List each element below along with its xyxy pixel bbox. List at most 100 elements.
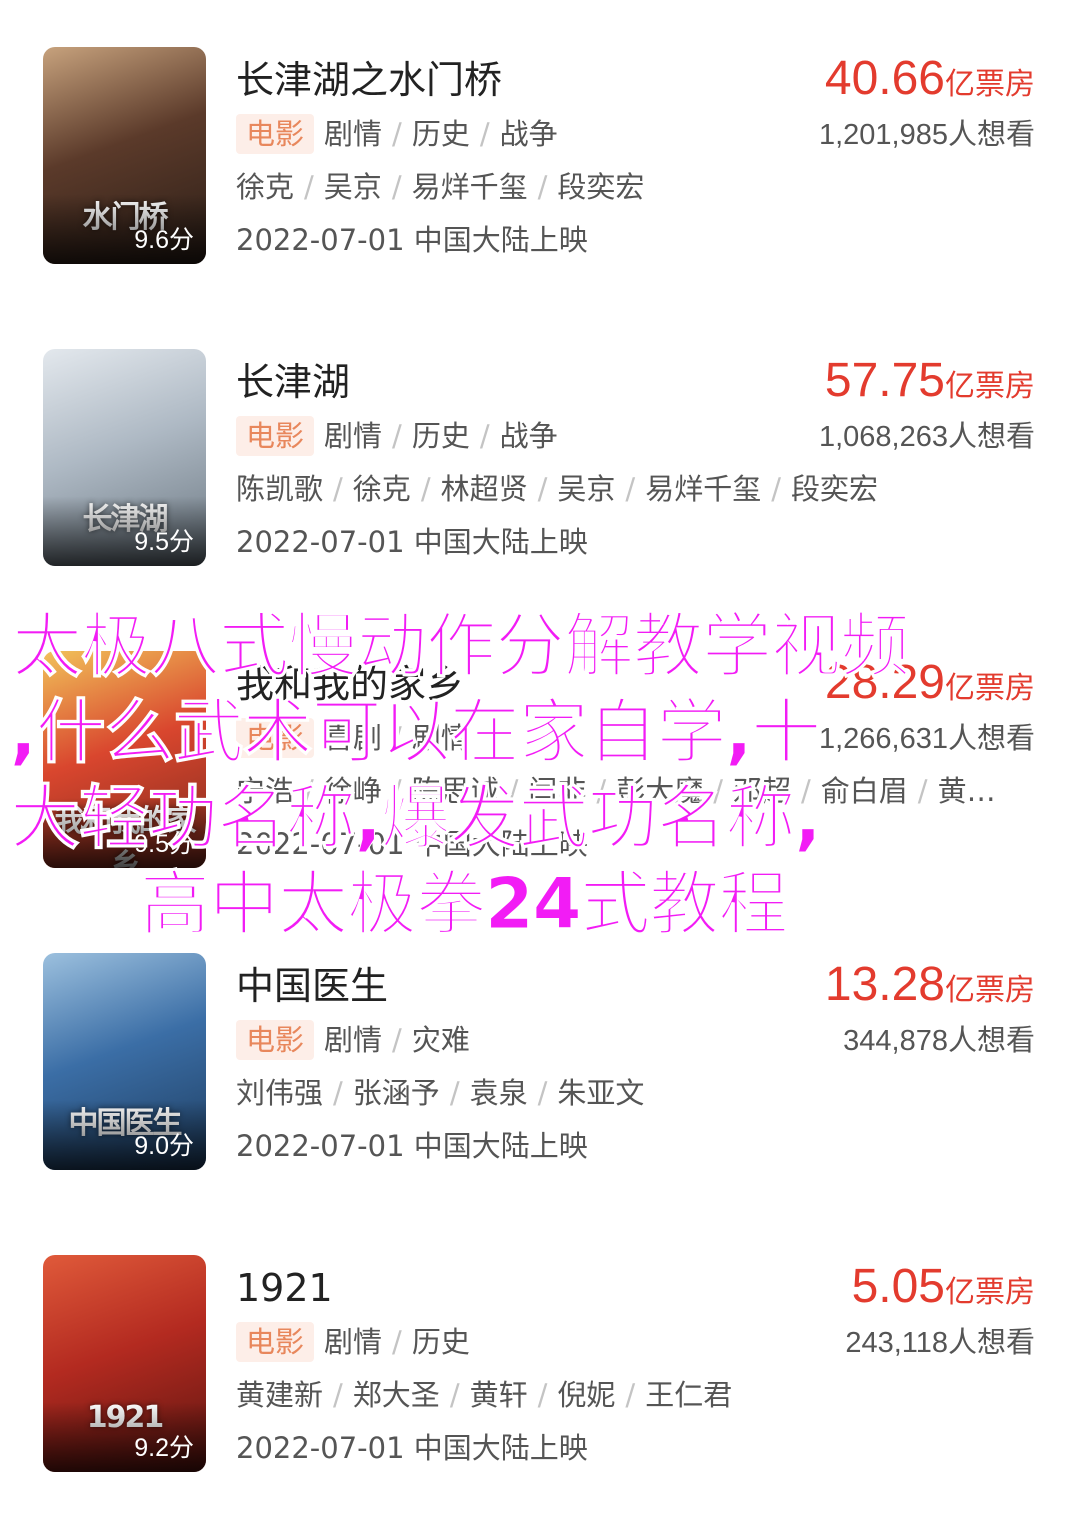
cast-name: 林超贤 — [440, 472, 528, 506]
cast-name: 段奕宏 — [790, 472, 878, 506]
genre-label: 剧情 — [324, 1325, 383, 1359]
separator: / — [449, 1076, 460, 1110]
release-date: 2022-07-01 中国大陆上映 — [236, 1431, 588, 1465]
box-office-unit: 亿票房 — [945, 973, 1035, 1008]
movie-title[interactable]: 长津湖 — [236, 357, 350, 407]
separator: / — [625, 1378, 636, 1412]
cast-name: 袁泉 — [469, 1076, 528, 1110]
genre-label: 剧情 — [324, 419, 383, 453]
separator: / — [537, 472, 548, 506]
movie-card[interactable]: 水门桥9.6分长津湖之水门桥电影剧情/历史/战争徐克/吴京/易烊千玺/段奕宏20… — [0, 47, 1080, 269]
cast-name: 易烊千玺 — [645, 472, 762, 506]
separator: / — [537, 1378, 548, 1412]
cast-name: 王仁君 — [645, 1378, 733, 1412]
genre-label: 战争 — [499, 117, 558, 151]
movie-card[interactable]: 中国医生9.0分中国医生电影剧情 / 灾难刘伟强 / 张涵予 / 袁泉 / 朱亚文 2022-07… — [0, 953, 1080, 1175]
separator: / — [479, 117, 490, 151]
box-office-value: 40.66 — [824, 52, 945, 105]
genre-label: 历史 — [411, 419, 470, 453]
rating-score: 9.5分 — [134, 528, 194, 556]
cast-name: 黄建新 — [236, 1378, 324, 1412]
movie-card[interactable]: 长津湖9.5分长津湖电影剧情 / 历史 / 战争陈凯歌 / 徐克 / 林超贤 / 吴京 / 易烊千玺 / 段… — [0, 349, 1080, 571]
cast-name: 陈凯歌 — [236, 472, 324, 506]
want-to-watch-count: 243,118人想看 — [845, 1322, 1035, 1363]
separator: / — [392, 419, 402, 453]
type-tag: 电影 — [236, 1020, 315, 1060]
box-office-unit: 亿票房 — [945, 369, 1035, 404]
separator: / — [420, 472, 431, 506]
separator: / — [537, 170, 548, 204]
release-date: 2022-07-01 中国大陆上映 — [236, 525, 588, 559]
cast-name: 黄轩 — [469, 1378, 528, 1412]
movie-poster[interactable]: 长津湖9.5分 — [43, 349, 206, 566]
box-office: 40.66亿票房 — [825, 49, 1035, 119]
overlay-line-4: 高中太极拳24式教程 — [139, 863, 788, 946]
overlay-line-3: 大轻功名称,爆发武功名称, — [9, 777, 821, 860]
genre-label: 剧情 — [324, 1023, 383, 1057]
cast-name: 吴京 — [323, 170, 382, 204]
cast-name: 张涵予 — [352, 1076, 440, 1110]
rating-score: 9.6分 — [134, 226, 194, 254]
genre-label: 战争 — [499, 419, 558, 453]
want-count-text: 344,878人想看 — [843, 1025, 1035, 1057]
rating-score: 9.0分 — [134, 1132, 194, 1160]
cast-name: 易烊千玺 — [411, 170, 528, 204]
separator: / — [304, 170, 314, 204]
cast-row: 黄建新 / 郑大圣 / 黄轩 / 倪妮 / 王仁君 — [236, 1375, 732, 1415]
cast-name: 倪妮 — [557, 1378, 616, 1412]
separator: / — [771, 472, 781, 506]
separator: / — [625, 472, 636, 506]
type-tag: 电影 — [236, 114, 315, 154]
separator: / — [392, 1023, 402, 1057]
want-to-watch-count: 344,878人想看 — [843, 1020, 1035, 1061]
separator: / — [333, 1378, 343, 1412]
cast-name: 朱亚文 — [557, 1076, 645, 1110]
movie-poster[interactable]: 中国医生9.0分 — [43, 953, 206, 1170]
movie-poster[interactable]: 19219.2分 — [43, 1255, 206, 1472]
cast-name: 段奕宏 — [557, 170, 645, 204]
movie-poster[interactable]: 水门桥9.6分 — [43, 47, 206, 264]
movie-title[interactable]: 1921 — [236, 1263, 333, 1313]
genre-row: 电影 剧情 / 历史 — [236, 1322, 470, 1362]
type-tag: 电影 — [236, 1322, 315, 1362]
box-office-value: 5.05 — [851, 1260, 945, 1313]
box-office-unit: 亿票房 — [945, 67, 1035, 102]
overlay-line-2: ,什么武术可以在家自学,十 — [9, 691, 821, 774]
cast-row: 徐克 / 吴京 / 易烊千玺 / 段奕宏 — [236, 167, 644, 207]
release-date: 2022-07-01 中国大陆上映 — [236, 1129, 588, 1163]
movie-title[interactable]: 长津湖之水门桥 — [236, 55, 502, 105]
movie-title[interactable]: 中国医生 — [236, 961, 388, 1011]
genre-label: 历史 — [411, 117, 470, 151]
cast-name: 吴京 — [557, 472, 616, 506]
overlay-line-1: 太极八式慢动作分解教学视频 — [12, 605, 911, 688]
want-to-watch-count: 1,201,985人想看 — [819, 114, 1035, 155]
cast-row: 刘伟强 / 张涵予 / 袁泉 / 朱亚文 — [236, 1073, 644, 1113]
genre-row: 电影 剧情 / 历史 / 战争 — [236, 114, 558, 154]
genre-row: 电影 剧情 / 历史 / 战争 — [236, 416, 558, 456]
separator: / — [333, 472, 343, 506]
release-date: 2022-07-01 中国大陆上映 — [236, 223, 588, 257]
separator: / — [449, 1378, 460, 1412]
want-count-text: 243,118人想看 — [845, 1327, 1035, 1359]
genre-row: 电影 剧情 / 灾难 — [236, 1020, 470, 1060]
cast-name: 刘伟强 — [236, 1076, 324, 1110]
cast-name: 郑大圣 — [352, 1378, 440, 1412]
box-office: 5.05亿票房 — [852, 1257, 1035, 1327]
type-tag: 电影 — [236, 416, 315, 456]
genre-label: 历史 — [411, 1325, 470, 1359]
box-office-value: 13.28 — [824, 958, 945, 1011]
watermark-overlay-text: 太极八式慢动作分解教学视频 ,什么武术可以在家自学,十 大轻功名称,爆发武功名称… — [0, 603, 1080, 946]
want-to-watch-count: 1,068,263人想看 — [819, 416, 1035, 457]
want-count-text: 1,201,985人想看 — [818, 119, 1035, 151]
separator: / — [391, 170, 402, 204]
want-count-text: 1,068,263人想看 — [818, 421, 1035, 453]
genre-label: 灾难 — [411, 1023, 470, 1057]
box-office-unit: 亿票房 — [945, 1275, 1035, 1310]
cast-name: 徐克 — [352, 472, 411, 506]
box-office-value: 57.75 — [824, 354, 945, 407]
cast-name: 徐克 — [236, 170, 295, 204]
separator: / — [333, 1076, 343, 1110]
movie-card[interactable]: 19219.2分 1921 电影剧情 / 历史黄建新 / 郑大圣 / 黄轩 / 倪妮 / 王仁君 2022… — [0, 1255, 1080, 1477]
separator: / — [392, 1325, 402, 1359]
separator: / — [537, 1076, 548, 1110]
